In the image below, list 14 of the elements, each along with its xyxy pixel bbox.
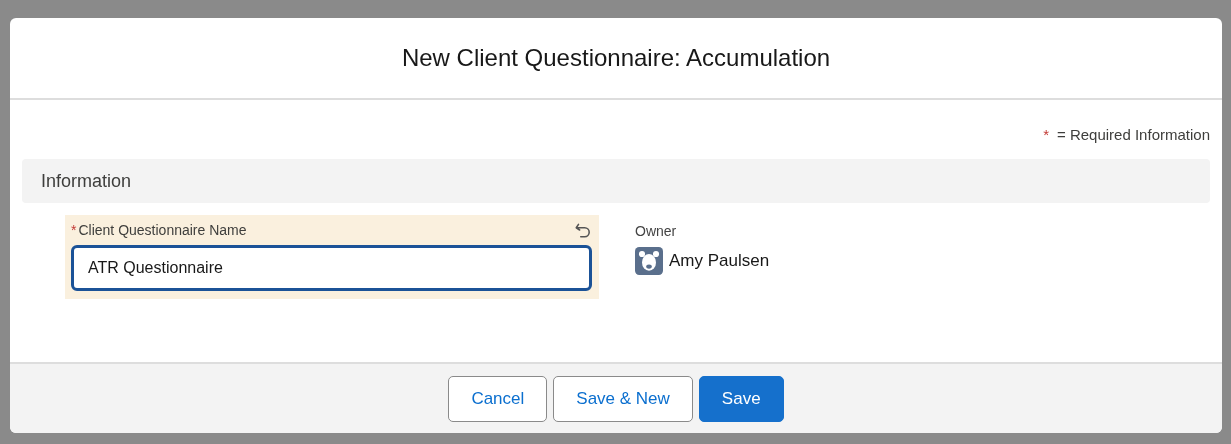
modal-title: New Client Questionnaire: Accumulation: [401, 44, 831, 72]
section-title: Information: [41, 170, 132, 192]
input-field[interactable]: ATR Questionnaire: [71, 245, 592, 291]
field-label: Owner: [635, 223, 678, 239]
owner-name[interactable]: Amy Paulsen: [669, 251, 770, 271]
field-label: Client Questionnaire Name: [78, 222, 247, 238]
user-avatar-icon: [635, 247, 663, 275]
save-button[interactable]: Save: [698, 375, 784, 422]
required-mark: *: [1043, 126, 1049, 143]
required-note: = Required Information: [1057, 126, 1210, 143]
action-button[interactable]: Cancel: [448, 375, 548, 422]
required-mark: *: [71, 222, 77, 238]
undo-icon[interactable]: [574, 221, 592, 239]
action-button[interactable]: Save & New: [553, 375, 693, 422]
